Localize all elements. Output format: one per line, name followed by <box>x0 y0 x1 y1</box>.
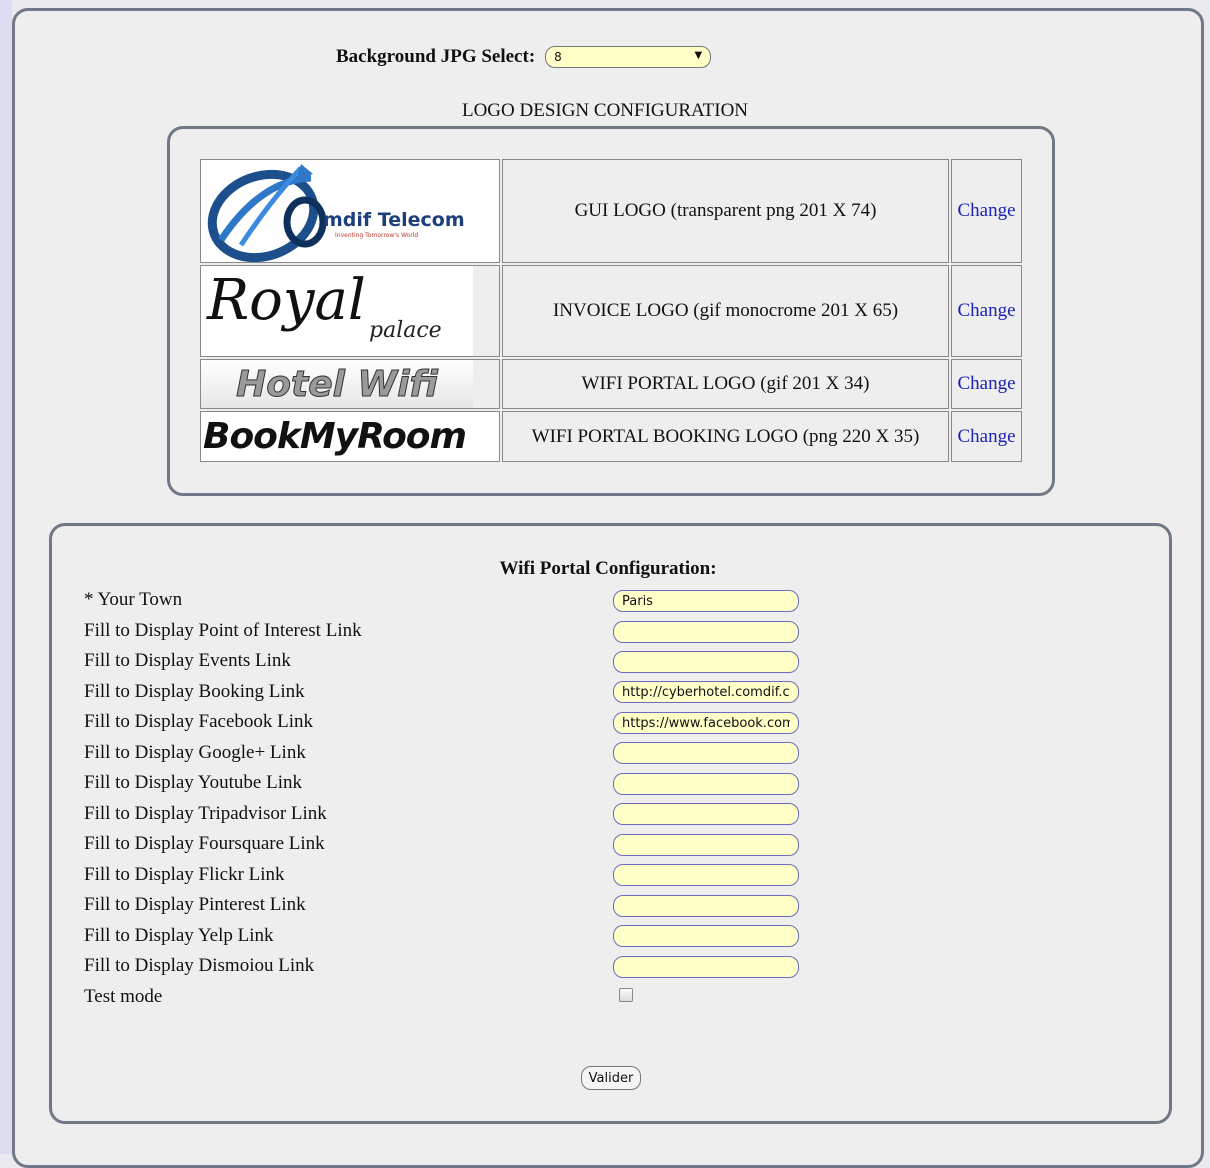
valider-button[interactable]: Valider <box>581 1066 641 1090</box>
wifi-logo-canvas: Hotel Wifi <box>201 360 473 408</box>
facebook-link-input[interactable] <box>613 712 799 734</box>
change-booking-logo-link[interactable]: Change <box>951 411 1022 462</box>
tripadvisor-link-input[interactable] <box>613 803 799 825</box>
pinterest-link-input[interactable] <box>613 895 799 917</box>
field-label-foursquare: Fill to Display Foursquare Link <box>84 833 325 854</box>
field-label-flickr: Fill to Display Flickr Link <box>84 864 285 885</box>
gui-logo-text: mdif Telecom <box>323 209 465 231</box>
invoice-logo-image: Royal palace <box>200 265 500 357</box>
background-select-label: Background JPG Select: <box>336 46 536 67</box>
field-label-poi: Fill to Display Point of Interest Link <box>84 620 362 641</box>
invoice-logo-description: INVOICE LOGO (gif monocrome 201 X 65) <box>502 265 949 357</box>
google-link-input[interactable] <box>613 742 799 764</box>
test-mode-label: Test mode <box>84 986 163 1007</box>
youtube-link-input[interactable] <box>613 773 799 795</box>
field-label-events: Fill to Display Events Link <box>84 650 291 671</box>
change-gui-logo-link[interactable]: Change <box>951 159 1022 263</box>
field-label-tripadvisor: Fill to Display Tripadvisor Link <box>84 803 327 824</box>
yelp-link-input[interactable] <box>613 925 799 947</box>
booking-logo-text: BookMyRoom <box>203 416 467 457</box>
omdif-telecom-logo: mdif Telecom Inventing Tomorrow's World <box>207 164 465 262</box>
booking-logo-image: BookMyRoom <box>200 411 500 462</box>
field-label-yelp: Fill to Display Yelp Link <box>84 925 274 946</box>
dismoiou-link-input[interactable] <box>613 956 799 978</box>
field-label-youtube: Fill to Display Youtube Link <box>84 772 302 793</box>
gui-logo-description: GUI LOGO (transparent png 201 X 74) <box>502 159 949 263</box>
field-label-dismoiou: Fill to Display Dismoiou Link <box>84 955 315 976</box>
invoice-logo-canvas: Royal palace <box>201 266 473 356</box>
wifi-portal-logo-text: Hotel Wifi <box>236 363 439 405</box>
poi-link-input[interactable] <box>613 621 799 643</box>
change-invoice-logo-link[interactable]: Change <box>951 265 1022 357</box>
field-label-google: Fill to Display Google+ Link <box>84 742 306 763</box>
logo-section-title: LOGO DESIGN CONFIGURATION <box>461 100 749 121</box>
gui-logo-tagline: Inventing Tomorrow's World <box>335 232 418 239</box>
foursquare-link-input[interactable] <box>613 834 799 856</box>
invoice-logo-tagline: palace <box>369 318 442 343</box>
wifi-config-title: Wifi Portal Configuration: <box>499 558 717 579</box>
town-input[interactable] <box>613 590 799 612</box>
field-label-pinterest: Fill to Display Pinterest Link <box>84 894 306 915</box>
booking-logo-description: WIFI PORTAL BOOKING LOGO (png 220 X 35) <box>502 411 949 462</box>
flickr-link-input[interactable] <box>613 864 799 886</box>
field-label-town: * Your Town <box>84 589 183 610</box>
background-select[interactable]: 8 ▼ <box>545 46 712 68</box>
background-select-value: 8 <box>554 50 562 64</box>
wifi-portal-logo-description: WIFI PORTAL LOGO (gif 201 X 34) <box>502 359 949 409</box>
field-label-facebook: Fill to Display Facebook Link <box>84 711 314 732</box>
field-label-booking: Fill to Display Booking Link <box>84 681 305 702</box>
change-wifi-portal-logo-link[interactable]: Change <box>951 359 1022 409</box>
wifi-portal-logo-image: Hotel Wifi <box>200 359 500 409</box>
gui-logo-image: mdif Telecom Inventing Tomorrow's World <box>200 159 500 263</box>
invoice-logo-text: Royal <box>207 268 366 333</box>
background-select-row: Background JPG Select: 8 ▼ <box>336 44 712 70</box>
test-mode-checkbox[interactable] <box>619 988 633 1002</box>
chevron-down-icon: ▼ <box>694 50 703 61</box>
booking-link-input[interactable] <box>613 681 799 703</box>
events-link-input[interactable] <box>613 651 799 673</box>
